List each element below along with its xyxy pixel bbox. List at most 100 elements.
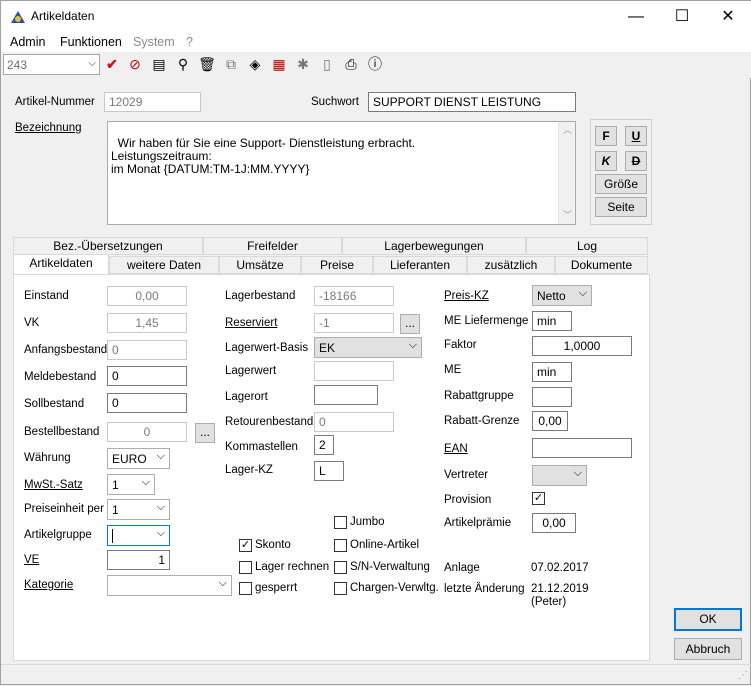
lagerwertbasis-select[interactable]: EK ⌵ xyxy=(314,337,422,358)
tab-freifelder[interactable]: Freifelder xyxy=(203,237,342,255)
artikelgruppe-label: Artikelgruppe xyxy=(24,529,92,541)
preiseinheit-select[interactable]: 1 ⌵ xyxy=(107,499,170,520)
seite-button[interactable]: Seite xyxy=(595,197,647,217)
lagerort-field[interactable] xyxy=(314,385,378,405)
tab-zusaetzlich[interactable]: zusätzlich xyxy=(467,256,555,274)
reserviert-field[interactable]: -1 xyxy=(314,313,394,333)
tab-dokumente[interactable]: Dokumente xyxy=(555,256,648,274)
provision-checkbox[interactable]: ✓ xyxy=(532,492,545,505)
artikelgruppe-select[interactable]: ⌵ xyxy=(107,525,170,546)
eraser-icon[interactable]: ◈ xyxy=(245,54,265,74)
chargen-verwaltung-checkbox[interactable] xyxy=(334,582,347,595)
vertreter-select[interactable]: ⌵ xyxy=(532,465,587,486)
bestellbestand-field[interactable]: 0 xyxy=(107,422,187,442)
gesperrt-checkbox[interactable] xyxy=(239,582,252,595)
kategorie-select[interactable]: ⌵ xyxy=(107,575,232,596)
kommastellen-field[interactable]: 2 xyxy=(314,435,334,455)
chevron-down-icon: ⌵ xyxy=(156,450,165,462)
letzte-aenderung-label: letzte Änderung xyxy=(444,583,525,595)
trash-icon[interactable]: 🗑 xyxy=(197,54,217,74)
jumbo-checkbox[interactable] xyxy=(334,516,347,529)
window-title: Artikeldaten xyxy=(31,9,95,23)
app-window: Artikeldaten — ☐ ✕ Admin Funktionen Syst… xyxy=(0,0,751,685)
sollbestand-field[interactable]: 0 xyxy=(107,393,187,413)
underline-button[interactable]: U xyxy=(625,126,647,146)
menu-admin[interactable]: Admin xyxy=(10,35,45,49)
menu-system[interactable]: System xyxy=(133,35,175,49)
kommastellen-label: Kommastellen xyxy=(225,441,298,453)
printer-icon[interactable]: ⎙ xyxy=(341,54,361,74)
abbruch-button[interactable]: Abbruch xyxy=(674,638,742,660)
debug-icon[interactable]: ✱ xyxy=(293,54,313,74)
strike-button[interactable]: D xyxy=(625,151,647,171)
close-button[interactable]: ✕ xyxy=(705,1,751,33)
artikelnummer-field[interactable]: 12029 xyxy=(104,92,201,112)
ean-field[interactable] xyxy=(532,438,632,458)
text-cursor xyxy=(112,529,113,543)
copy-icon[interactable]: ⧉ xyxy=(221,54,241,74)
bestellbestand-ellipsis-button[interactable]: ... xyxy=(195,423,215,443)
suchwort-field[interactable]: SUPPORT DIENST LEISTUNG xyxy=(368,92,576,112)
einstand-field[interactable]: 0,00 xyxy=(107,286,187,306)
status-bar: ⋰ xyxy=(1,664,751,686)
anfangsbestand-field[interactable]: 0 xyxy=(107,340,187,360)
tab-bez-uebersetzungen[interactable]: Bez.-Übersetzungen xyxy=(13,237,203,255)
record-combo[interactable]: 243 ⌵ xyxy=(3,54,100,75)
mwst-value: 1 xyxy=(112,478,119,492)
tab-lieferanten[interactable]: Lieferanten xyxy=(373,256,467,274)
lager-rechnen-checkbox[interactable] xyxy=(239,561,252,574)
bold-button[interactable]: F xyxy=(595,126,617,146)
lagerbestand-label: Lagerbestand xyxy=(225,290,296,302)
reserviert-ellipsis-button[interactable]: ... xyxy=(400,314,420,334)
groesse-button[interactable]: Größe xyxy=(595,174,647,194)
tab-weitere-daten[interactable]: weitere Daten xyxy=(109,256,219,274)
tab-artikeldaten[interactable]: Artikeldaten xyxy=(13,254,109,274)
tab-log[interactable]: Log xyxy=(526,237,648,255)
menu-help[interactable]: ? xyxy=(186,35,193,49)
document-search-icon[interactable]: ▯ xyxy=(317,54,337,74)
retourenbestand-field[interactable]: 0 xyxy=(314,412,394,432)
bezeichnung-scrollbar[interactable]: ︿ ﹀ xyxy=(558,122,575,224)
lagerwert-field[interactable] xyxy=(314,361,394,381)
online-artikel-checkbox[interactable] xyxy=(334,539,347,552)
minimize-button[interactable]: — xyxy=(613,1,659,33)
tab-umsaetze[interactable]: Umsätze xyxy=(219,256,301,274)
mwst-select[interactable]: 1 ⌵ xyxy=(107,474,155,495)
ok-button[interactable]: OK xyxy=(674,608,742,631)
ve-field[interactable]: 1 xyxy=(107,550,170,570)
meliefermenge-field[interactable]: min xyxy=(532,311,572,331)
menu-funktionen[interactable]: Funktionen xyxy=(60,35,122,49)
jumbo-label: Jumbo xyxy=(350,516,385,528)
rabattgruppe-field[interactable] xyxy=(532,387,572,407)
lagerbestand-field[interactable]: -18166 xyxy=(314,286,394,306)
waehrung-select[interactable]: EURO ⌵ xyxy=(107,448,170,469)
resize-grip-icon[interactable]: ⋰ xyxy=(738,670,748,681)
meldebestand-field[interactable]: 0 xyxy=(107,366,187,386)
help-icon[interactable]: ⓘ xyxy=(365,54,385,74)
me-field[interactable]: min xyxy=(532,362,572,382)
checkmark-icon[interactable]: ✔ xyxy=(102,54,122,74)
bezeichnung-textarea[interactable]: Wir haben für Sie eine Support- Dienstle… xyxy=(107,121,576,225)
skonto-checkbox[interactable]: ✓ xyxy=(239,539,252,552)
italic-button[interactable]: K xyxy=(595,151,617,171)
letzte-aenderung-user: (Peter) xyxy=(531,596,567,608)
sn-verwaltung-checkbox[interactable] xyxy=(334,561,347,574)
rabattgrenze-label: Rabatt-Grenze xyxy=(444,415,520,427)
search-icon[interactable]: ⚲ xyxy=(173,54,193,74)
artikelpraemie-field[interactable]: 0,00 xyxy=(532,513,576,533)
sollbestand-label: Sollbestand xyxy=(24,398,85,410)
chevron-down-icon: ⌵ xyxy=(218,577,227,589)
rabattgrenze-field[interactable]: 0,00 xyxy=(532,411,568,431)
maximize-button[interactable]: ☐ xyxy=(659,1,705,33)
chevron-down-icon: ⌵ xyxy=(408,339,417,351)
record-icon[interactable]: ▤ xyxy=(149,54,169,74)
faktor-field[interactable]: 1,0000 xyxy=(532,336,632,356)
bezeichnung-label: Bezeichnung xyxy=(15,122,82,134)
tab-lagerbewegungen[interactable]: Lagerbewegungen xyxy=(342,237,526,255)
lagerkz-field[interactable]: L xyxy=(314,461,344,481)
cancel-icon[interactable]: ⊘ xyxy=(125,54,145,74)
vk-field[interactable]: 1,45 xyxy=(107,313,187,333)
preiskz-select[interactable]: Netto ⌵ xyxy=(532,285,592,306)
tab-preise[interactable]: Preise xyxy=(301,256,373,274)
print-preview-icon[interactable]: ▦ xyxy=(269,54,289,74)
